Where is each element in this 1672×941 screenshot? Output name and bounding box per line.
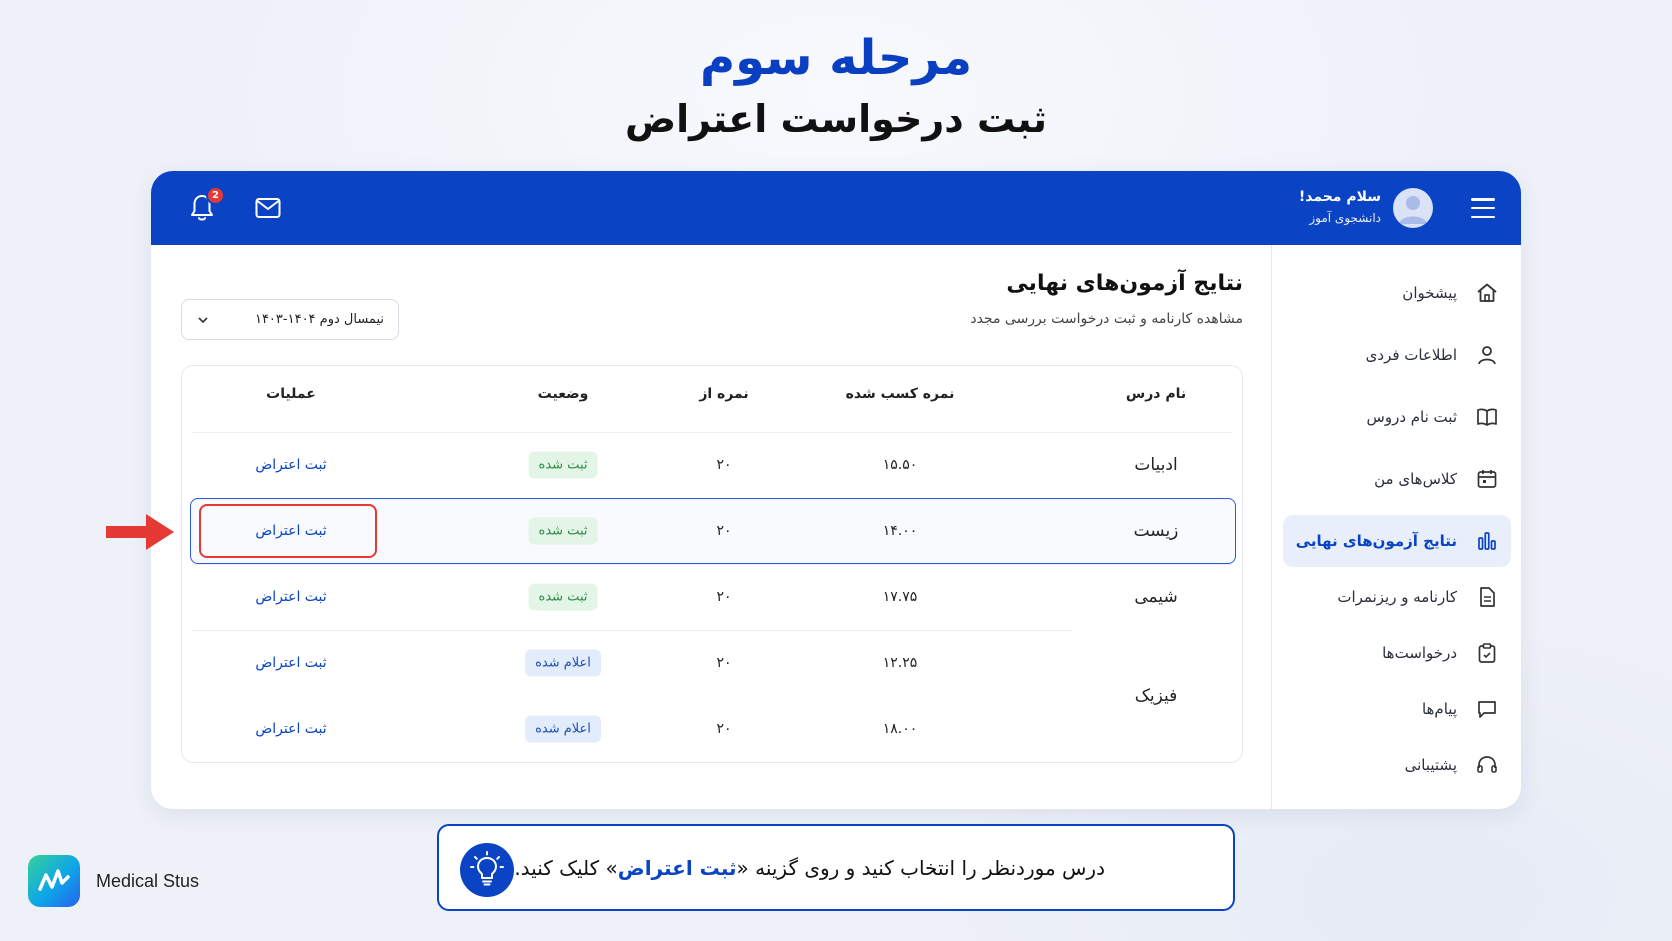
highlight-box [199, 504, 377, 558]
instruction-tip: درس موردنظر را انتخاب کنید و روی گزینه «… [437, 824, 1235, 911]
brand: Medical Stus [28, 855, 199, 907]
cell-out-of: ۲۰ [716, 457, 732, 473]
sidebar-item-registration[interactable]: ثبت نام دروس [1283, 391, 1511, 443]
slide-heading: مرحله سوم ثبت درخواست اعتراض [0, 26, 1672, 146]
header-course: نام درس [1125, 386, 1187, 402]
header-status: وضعیت [537, 386, 589, 402]
cell-course: ادبیات [1134, 455, 1178, 475]
status-badge: ثبت شده [528, 583, 598, 611]
status-badge: ثبت شده [528, 517, 598, 545]
status-badge: اعلام شده [525, 649, 601, 677]
cell-out-of: ۲۰ [716, 721, 732, 737]
sidebar-item-label: درخواست‌ها [1382, 644, 1457, 662]
sidebar-item-label: کارنامه و ریزنمرات [1337, 588, 1457, 606]
sidebar-item-final-results[interactable]: نتایج آزمون‌های نهایی [1283, 515, 1511, 567]
mail-icon[interactable] [255, 197, 281, 219]
cell-course: زیست [1133, 521, 1179, 541]
sidebar-item-classes[interactable]: کلاس‌های من [1283, 453, 1511, 505]
sidebar-item-transcript[interactable]: کارنامه و ریزنمرات [1283, 571, 1511, 623]
sidebar: پیشخوان اطلاعات فردی ثبت نام دروس کلاس‌ه… [1271, 245, 1521, 809]
sidebar-item-label: پیشخوان [1402, 284, 1457, 302]
sidebar-item-label: پیام‌ها [1421, 700, 1457, 718]
sidebar-item-label: ثبت نام دروس [1366, 408, 1457, 426]
tip-text-before: درس موردنظر را انتخاب کنید و روی گزینه « [736, 855, 1106, 880]
notification-badge: 2 [206, 186, 225, 205]
lightbulb-icon [460, 843, 514, 897]
row-divider [192, 630, 1072, 631]
user-role: دانشجوی آموز [1309, 211, 1381, 225]
status-badge: اعلام شده [525, 715, 601, 743]
submit-objection-link[interactable]: ثبت اعتراض [255, 655, 326, 671]
chevron-down-icon [198, 316, 208, 323]
chat-icon [1478, 701, 1496, 718]
tip-text: درس موردنظر را انتخاب کنید و روی گزینه «… [514, 856, 1105, 880]
sidebar-item-requests[interactable]: درخواست‌ها [1283, 627, 1511, 679]
brand-name: Medical Stus [96, 870, 200, 891]
calendar-icon [1477, 470, 1497, 488]
sidebar-item-dashboard[interactable]: پیشخوان [1283, 267, 1511, 319]
submit-objection-link[interactable]: ثبت اعتراض [255, 589, 326, 605]
clipboard-icon [1478, 643, 1496, 663]
sidebar-item-profile[interactable]: اطلاعات فردی [1283, 329, 1511, 381]
header-earned: نمره کسب شده [845, 386, 955, 402]
cell-earned: ۱۵.۵۰ [882, 457, 918, 473]
page-subtitle: مشاهده کارنامه و ثبت درخواست بررسی مجدد [970, 311, 1243, 327]
status-badge: ثبت شده [528, 451, 598, 479]
menu-icon[interactable] [1469, 195, 1497, 221]
cell-course: فیزیک [1134, 686, 1178, 706]
header-divider [192, 432, 1232, 433]
sidebar-item-label: کلاس‌های من [1374, 470, 1457, 488]
user-info: سلام محمد! دانشجوی آموز [1299, 187, 1381, 227]
home-icon [1477, 283, 1497, 302]
main-content: نتایج آزمون‌های نهایی مشاهده کارنامه و ث… [151, 245, 1271, 809]
cell-earned: ۱۷.۷۵ [882, 589, 918, 605]
stage-title: مرحله سوم [699, 30, 973, 86]
cell-earned: ۱۸.۰۰ [882, 721, 918, 737]
submit-objection-link[interactable]: ثبت اعتراض [255, 721, 326, 737]
cell-course: شیمی [1134, 587, 1178, 607]
user-avatar-icon [1399, 196, 1427, 224]
cell-out-of: ۲۰ [716, 589, 732, 605]
headset-icon [1477, 756, 1497, 773]
bar-chart-icon [1478, 532, 1496, 550]
top-bar: سلام محمد! دانشجوی آموز 2 [151, 171, 1521, 245]
cell-earned: ۱۲.۲۵ [882, 655, 918, 671]
book-icon [1477, 408, 1497, 426]
header-out-of: نمره از [699, 386, 749, 402]
term-select[interactable]: نیمسال دوم ۱۴۰۴-۱۴۰۳ [181, 299, 399, 340]
results-table: نام درس نمره کسب شده نمره از وضعیت عملیا… [181, 365, 1243, 763]
app-window: سلام محمد! دانشجوی آموز 2 پیشخوان اطلاعا… [151, 171, 1521, 809]
document-icon [1480, 587, 1495, 607]
page-title: نتایج آزمون‌های نهایی [1006, 271, 1243, 296]
tip-text-after: » کلیک کنید. [514, 855, 618, 880]
cell-earned: ۱۴.۰۰ [882, 523, 918, 539]
brand-logo-icon [28, 855, 80, 907]
header-operations: عملیات [266, 386, 316, 402]
tip-text-highlight: ثبت اعتراض [617, 855, 737, 880]
step-title: ثبت درخواست اعتراض [625, 97, 1047, 141]
cell-out-of: ۲۰ [716, 523, 732, 539]
user-greeting: سلام محمد! [1298, 189, 1381, 205]
cell-out-of: ۲۰ [716, 655, 732, 671]
term-select-value: نیمسال دوم ۱۴۰۴-۱۴۰۳ [254, 312, 384, 327]
avatar[interactable] [1393, 188, 1433, 228]
sidebar-item-support[interactable]: پشتیبانی [1283, 739, 1511, 791]
pointer-arrow-icon [106, 514, 174, 550]
sidebar-item-label: اطلاعات فردی [1365, 346, 1457, 364]
user-icon [1478, 346, 1496, 365]
sidebar-item-messages[interactable]: پیام‌ها [1283, 683, 1511, 735]
submit-objection-link[interactable]: ثبت اعتراض [255, 457, 326, 473]
sidebar-item-label: نتایج آزمون‌های نهایی [1295, 532, 1457, 550]
sidebar-item-label: پشتیبانی [1404, 756, 1457, 774]
row-divider [192, 564, 1232, 565]
